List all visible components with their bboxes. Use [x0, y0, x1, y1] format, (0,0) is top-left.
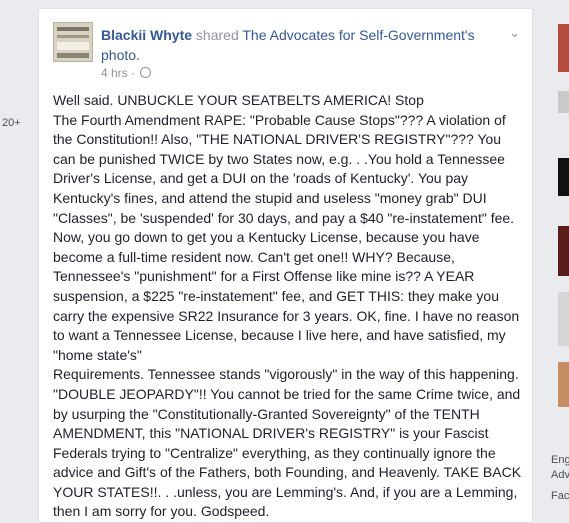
- post-card: Blackii Whyte shared The Advocates for S…: [38, 8, 533, 523]
- rail-thumbnail-3[interactable]: [558, 158, 569, 196]
- rail-thumbnail-6[interactable]: [558, 362, 569, 407]
- rail-text[interactable]: Fac: [551, 490, 569, 502]
- count-badge: 20+: [2, 117, 21, 129]
- shared-text: shared: [195, 27, 239, 43]
- rail-thumbnail-2[interactable]: [558, 91, 569, 113]
- separator: ·: [131, 66, 136, 80]
- right-rail: [549, 0, 569, 515]
- post-paragraph: The Fourth Amendment RAPE: "Probable Cau…: [53, 111, 520, 363]
- post-header: Blackii Whyte shared The Advocates for S…: [101, 25, 501, 65]
- globe-icon: [140, 67, 152, 78]
- chevron-down-icon[interactable]: ⌄: [509, 25, 520, 41]
- rail-thumbnail-5[interactable]: [558, 292, 569, 346]
- photo-link[interactable]: photo.: [101, 47, 140, 63]
- page-link[interactable]: The Advocates for Self-Government's: [242, 27, 474, 43]
- timestamp[interactable]: 4 hrs: [101, 66, 128, 80]
- rail-thumbnail-4[interactable]: [558, 226, 569, 276]
- rail-thumbnail-1[interactable]: [558, 24, 569, 72]
- post-body: Well said. UNBUCKLE YOUR SEATBELTS AMERI…: [53, 91, 525, 522]
- avatar[interactable]: [53, 22, 93, 62]
- rail-text[interactable]: Adv: [551, 469, 569, 481]
- rail-text[interactable]: Eng: [551, 454, 569, 466]
- post-paragraph: Requirements. Tennessee stands "vigorous…: [53, 366, 522, 520]
- post-meta: 4 hrs ·: [101, 66, 152, 80]
- post-paragraph: Well said. UNBUCKLE YOUR SEATBELTS AMERI…: [53, 92, 424, 108]
- left-gutter: [0, 0, 38, 515]
- author-name[interactable]: Blackii Whyte: [101, 27, 192, 43]
